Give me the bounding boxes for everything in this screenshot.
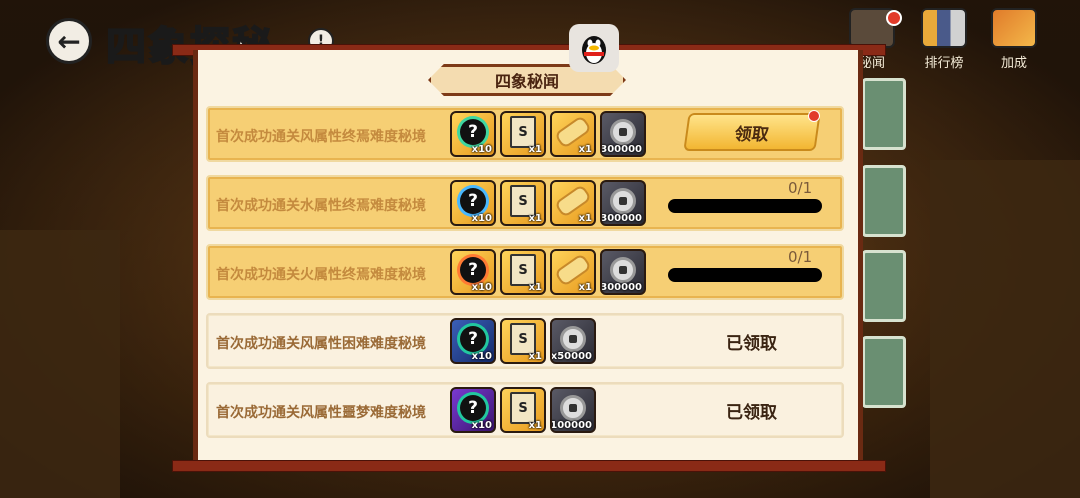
reward-row-label: 首次成功通关风属性困难难度秘境 <box>216 336 426 352</box>
coin-icon <box>610 119 636 146</box>
qq-penguin-icon[interactable] <box>569 24 619 72</box>
claimed-status: 已领取 <box>726 334 777 354</box>
reward-quantity: x1 <box>528 420 542 431</box>
reward-item[interactable]: x1 <box>550 111 596 157</box>
reward-row: 首次成功通关火属性终焉难度秘境?x10Sx1x1x3000000/1 <box>206 244 844 300</box>
reward-quantity: x10 <box>471 213 492 224</box>
claim-button[interactable]: 领取 <box>683 113 821 151</box>
reward-row-label: 首次成功通关风属性终焉难度秘境 <box>216 129 426 145</box>
side-tab-2[interactable] <box>862 165 906 237</box>
claim-button-label: 领取 <box>733 124 771 145</box>
progress-text: 0/1 <box>788 248 813 266</box>
reward-row: 首次成功通关风属性困难难度秘境? x10 Sx1 x50000 已领取 <box>206 313 844 369</box>
reward-item[interactable]: ? x10 <box>450 318 496 364</box>
side-tab-4[interactable] <box>862 336 906 408</box>
mystery-orb-icon: ? <box>460 188 486 215</box>
top-button-label: 排行榜 <box>924 56 964 71</box>
reward-item[interactable]: ? x10 <box>450 249 496 295</box>
reward-quantity: x300000 <box>600 144 642 155</box>
background-tower-right <box>930 160 1080 498</box>
reward-row: 首次成功通关风属性终焉难度秘境?x10Sx1x1x300000领取 <box>206 106 844 162</box>
reward-item[interactable]: x300000 <box>600 180 646 226</box>
scroll-rod-bottom <box>172 460 886 472</box>
reward-item[interactable]: Sx1 <box>500 249 546 295</box>
reward-quantity: x1 <box>578 213 592 224</box>
progress-bar <box>668 199 822 213</box>
golden-scroll-icon <box>553 115 593 150</box>
reward-quantity: x50000 <box>550 351 592 362</box>
reward-row-label: 首次成功通关水属性终焉难度秘境 <box>216 198 426 214</box>
reward-item[interactable]: Sx1 <box>500 180 546 226</box>
reward-item[interactable]: ? x10 <box>450 180 496 226</box>
background-tower-left <box>0 230 120 498</box>
notification-dot <box>886 10 902 26</box>
reward-row-label: 首次成功通关风属性噩梦难度秘境 <box>216 405 426 421</box>
back-arrow-icon[interactable]: ← <box>46 18 92 64</box>
reward-item[interactable]: Sx1 <box>500 318 546 364</box>
reward-item[interactable]: ? x10 <box>450 387 496 433</box>
reward-quantity: x10 <box>471 282 492 293</box>
reward-item[interactable]: x300000 <box>600 249 646 295</box>
boost-icon <box>991 8 1037 48</box>
reward-quantity: x1 <box>578 144 592 155</box>
mystery-orb-icon: ? <box>460 257 486 284</box>
coin-icon <box>560 395 586 422</box>
reward-item[interactable]: ? x10 <box>450 111 496 157</box>
reward-item[interactable]: x1 <box>550 249 596 295</box>
leaderboard-icon <box>921 8 967 48</box>
reward-quantity: x1 <box>528 144 542 155</box>
reward-quantity: x10 <box>471 420 492 431</box>
reward-quantity: x100000 <box>550 420 592 431</box>
reward-quantity: x10 <box>471 144 492 155</box>
reward-quantity: x300000 <box>600 213 642 224</box>
side-tab-3[interactable] <box>862 250 906 322</box>
reward-row: 首次成功通关水属性终焉难度秘境?x10Sx1x1x3000000/1 <box>206 175 844 231</box>
mystery-orb-icon: ? <box>460 395 486 422</box>
reward-item[interactable]: x1 <box>550 180 596 226</box>
reward-quantity: x1 <box>528 351 542 362</box>
top-button-label: 加成 <box>1000 56 1027 71</box>
coin-icon <box>560 326 586 353</box>
claimed-status: 已领取 <box>726 403 777 423</box>
mystery-orb-icon: ? <box>460 326 486 353</box>
reward-quantity: x1 <box>528 213 542 224</box>
top-button-boost[interactable]: 加成 <box>984 8 1044 71</box>
coin-icon <box>610 188 636 215</box>
reward-item[interactable]: x50000 <box>550 318 596 364</box>
reward-quantity: x1 <box>578 282 592 293</box>
reward-quantity: x1 <box>528 282 542 293</box>
top-button-leaderboard[interactable]: 排行榜 <box>914 8 974 71</box>
reward-item[interactable]: Sx1 <box>500 387 546 433</box>
progress-bar <box>668 268 822 282</box>
reward-row: 首次成功通关风属性噩梦难度秘境?x10Sx1x100000已领取 <box>206 382 844 438</box>
side-tab-1[interactable] <box>862 78 906 150</box>
reward-item[interactable]: Sx1 <box>500 111 546 157</box>
reward-quantity: x10 <box>471 351 492 362</box>
mystery-orb-icon: ? <box>460 119 486 146</box>
golden-scroll-icon <box>553 184 593 219</box>
reward-item[interactable]: x100000 <box>550 387 596 433</box>
progress-text: 0/1 <box>788 179 813 197</box>
golden-scroll-icon <box>553 253 593 288</box>
reward-item[interactable]: x300000 <box>600 111 646 157</box>
coin-icon <box>610 257 636 284</box>
reward-row-label: 首次成功通关火属性终焉难度秘境 <box>216 267 426 283</box>
reward-quantity: x300000 <box>600 282 642 293</box>
notification-dot <box>808 110 820 122</box>
